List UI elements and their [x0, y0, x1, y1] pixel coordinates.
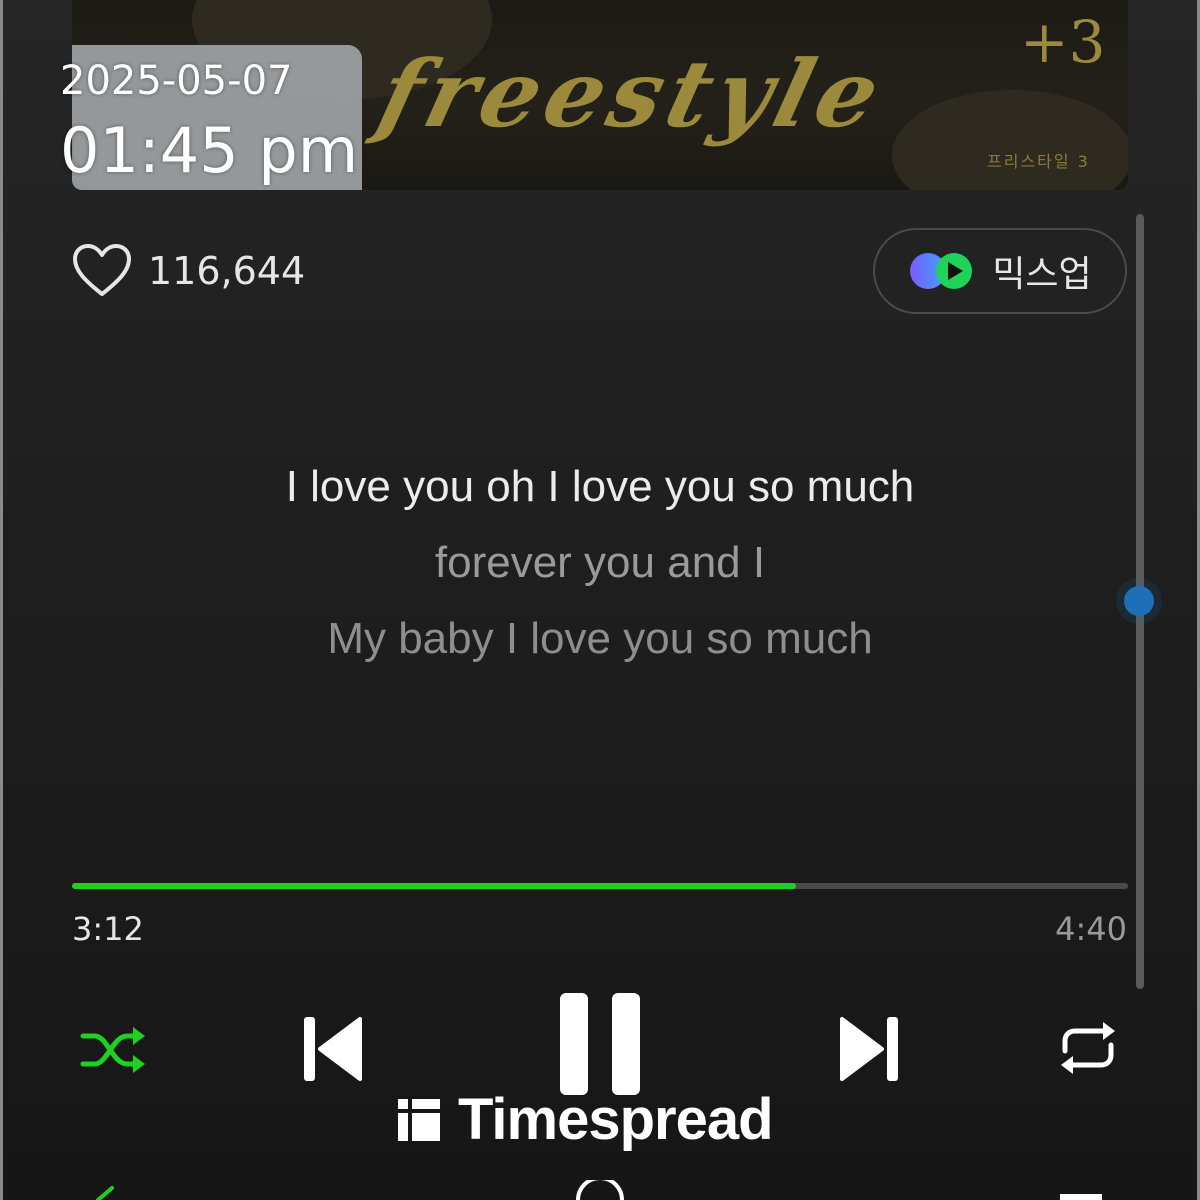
- timestamp-date: 2025-05-07: [60, 58, 293, 104]
- pause-icon: [560, 993, 640, 1095]
- nav-back-icon[interactable]: [96, 1186, 114, 1200]
- lyric-line[interactable]: forever you and I: [0, 538, 1200, 588]
- album-edition: +3: [1020, 8, 1106, 76]
- like-count: 116,644: [148, 249, 306, 293]
- album-subtitle: 프리스타일 3: [987, 152, 1090, 171]
- mixup-label: 믹스업: [992, 254, 1092, 295]
- lyric-line[interactable]: My baby I love you so much: [0, 614, 1200, 664]
- system-nav-bar: [96, 1180, 1102, 1200]
- like-button[interactable]: 116,644: [72, 244, 305, 298]
- mixup-button[interactable]: 믹스업: [873, 228, 1127, 314]
- album-title-logo: freestyle: [368, 40, 896, 148]
- previous-button[interactable]: [296, 1010, 368, 1088]
- watermark: Timespread: [396, 1086, 774, 1153]
- nav-recents-icon[interactable]: [1060, 1194, 1102, 1200]
- playback-progress-fill: [72, 883, 797, 889]
- mixup-logo-icon: [910, 253, 973, 289]
- repeat-icon: [1061, 1022, 1115, 1074]
- watermark-text: Timespread: [458, 1087, 774, 1152]
- screen-edge-left: [0, 0, 3, 1200]
- next-button[interactable]: [834, 1010, 906, 1088]
- playback-progress-bar[interactable]: [72, 883, 1128, 889]
- skip-previous-icon: [304, 1017, 362, 1081]
- shuffle-icon: [80, 1027, 145, 1073]
- total-time: 4:40: [1055, 910, 1127, 948]
- pause-button[interactable]: [550, 988, 650, 1100]
- album-art-shadow: [892, 90, 1128, 190]
- repeat-button[interactable]: [1050, 1012, 1126, 1084]
- lyric-line-current[interactable]: I love you oh I love you so much: [0, 462, 1200, 512]
- shuffle-button[interactable]: [72, 1015, 152, 1085]
- timespread-logo-icon: [398, 1098, 440, 1141]
- nav-home-icon[interactable]: [576, 1180, 624, 1200]
- lyrics-scrollbar-thumb[interactable]: [1124, 586, 1154, 616]
- elapsed-time: 3:12: [72, 910, 144, 948]
- timestamp-time: 01:45 pm: [60, 114, 359, 187]
- heart-outline-icon: [73, 244, 131, 296]
- skip-next-icon: [840, 1017, 898, 1081]
